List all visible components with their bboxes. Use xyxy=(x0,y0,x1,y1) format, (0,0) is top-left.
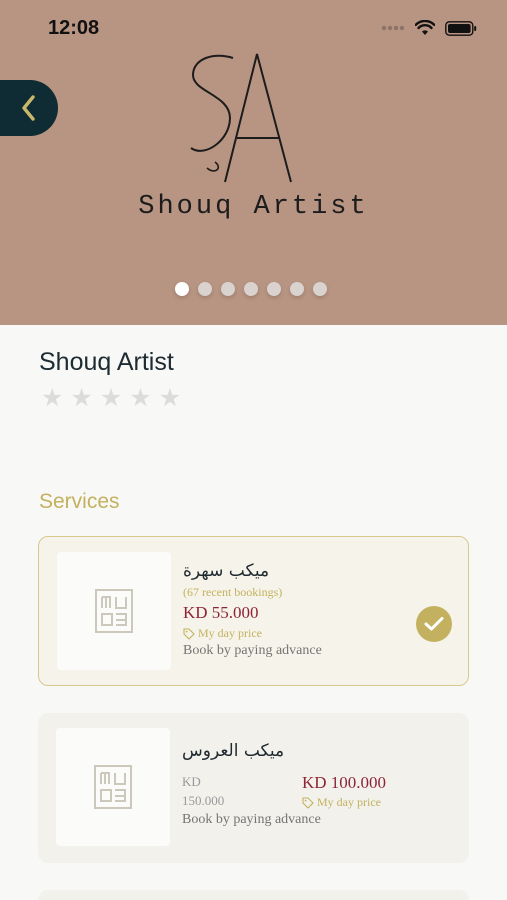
service-price: KD 55.000 xyxy=(183,603,259,622)
brand-logo xyxy=(190,53,292,183)
back-button[interactable] xyxy=(0,80,58,136)
selected-check-icon[interactable] xyxy=(416,606,452,642)
services-heading: Services xyxy=(39,490,120,513)
service-price: KD 100.000 xyxy=(302,773,387,792)
brand-name: Shouq Artist xyxy=(138,192,369,222)
star-icon: ★ xyxy=(99,384,123,412)
carousel-dot[interactable] xyxy=(290,282,304,296)
signal-icon xyxy=(381,25,405,31)
recent-bookings: (67 recent bookings) xyxy=(183,585,283,599)
carousel-dot[interactable] xyxy=(198,282,212,296)
status-time: 12:08 xyxy=(48,17,100,39)
service-card[interactable] xyxy=(38,890,469,900)
service-name: ميكب سهرة xyxy=(183,561,270,581)
rating-stars: ★ ★ ★ ★ ★ xyxy=(41,386,181,411)
tag-icon xyxy=(302,796,314,809)
day-price-label: My day price xyxy=(317,795,381,809)
service-thumbnail xyxy=(56,728,170,846)
carousel-indicator xyxy=(175,282,327,296)
service-card[interactable]: ميكب العروس KD 150.000 KD 100.000 My day… xyxy=(38,713,469,863)
payment-note: Book by paying advance xyxy=(182,812,321,827)
hero-banner[interactable]: 12:08 Shouq Artist xyxy=(0,0,507,325)
service-card[interactable]: ميكب سهرة (67 recent bookings) KD 55.000… xyxy=(38,536,469,686)
placeholder-logo-icon xyxy=(94,765,132,809)
placeholder-logo-icon xyxy=(95,589,133,633)
service-thumbnail xyxy=(57,552,171,670)
artist-name: Shouq Artist xyxy=(39,348,174,376)
carousel-dot[interactable] xyxy=(244,282,258,296)
carousel-dot[interactable] xyxy=(267,282,281,296)
checkmark-icon xyxy=(424,617,444,631)
status-icons xyxy=(381,20,477,36)
battery-icon xyxy=(445,20,477,36)
day-price-label: My day price xyxy=(198,626,262,640)
day-price-tag: My day price xyxy=(183,626,262,641)
day-price-tag: My day price xyxy=(302,795,381,810)
carousel-dot-active[interactable] xyxy=(175,282,189,296)
star-icon: ★ xyxy=(70,384,93,412)
service-name: ميكب العروس xyxy=(182,741,285,761)
payment-note: Book by paying advance xyxy=(183,643,322,658)
star-icon: ★ xyxy=(41,384,64,412)
star-icon: ★ xyxy=(158,384,182,412)
chevron-left-icon xyxy=(22,95,35,121)
star-icon: ★ xyxy=(129,384,152,412)
wifi-icon xyxy=(415,20,435,35)
original-price-currency: KD xyxy=(182,774,201,789)
screen: 12:08 Shouq Artist Shouq Artist ★ ★ ★ ★ … xyxy=(0,0,507,900)
carousel-dot[interactable] xyxy=(313,282,327,296)
tag-icon xyxy=(183,627,195,640)
status-bar: 12:08 xyxy=(0,0,507,56)
carousel-dot[interactable] xyxy=(221,282,235,296)
original-price-amount: 150.000 xyxy=(182,793,225,808)
